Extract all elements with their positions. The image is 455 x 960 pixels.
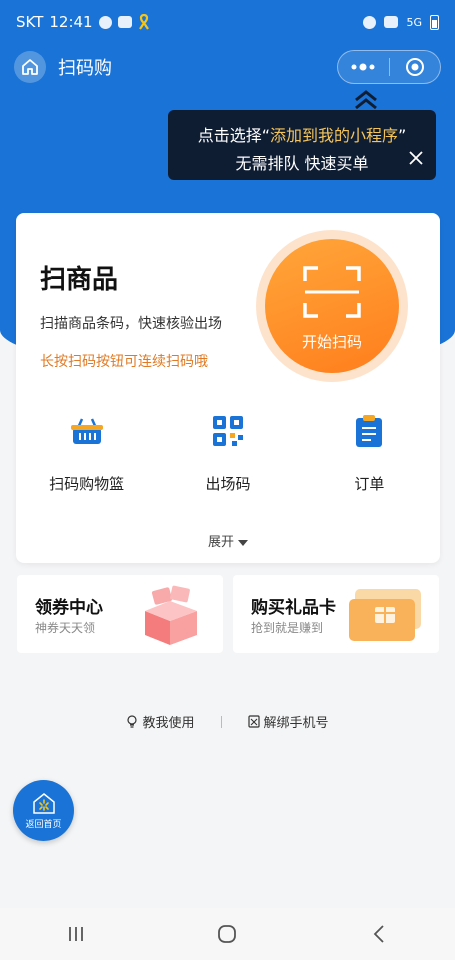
network-label: 5G bbox=[406, 15, 422, 29]
scan-button-ring: 开始扫码 bbox=[256, 230, 408, 382]
scan-card-tip: 长按扫码按钮可连续扫码哦 bbox=[40, 354, 208, 370]
close-mini-program-button[interactable] bbox=[390, 51, 441, 83]
promo-title: 领券中心 bbox=[35, 598, 103, 618]
coupon-center-card[interactable]: 领券中心 神券天天领 bbox=[17, 575, 223, 653]
status-bar: SKT 12:41 5G bbox=[0, 0, 455, 44]
how-to-use-link[interactable]: 教我使用 bbox=[126, 712, 195, 731]
tooltip-arrow-icon bbox=[355, 90, 377, 110]
function-item-basket[interactable]: 扫码购物篮 bbox=[16, 413, 157, 494]
tooltip-quote-close: ” bbox=[398, 126, 407, 145]
back-arrow-icon bbox=[373, 925, 384, 943]
system-nav-bar bbox=[0, 908, 455, 960]
gift-card-card[interactable]: 购买礼品卡 抢到就是赚到 bbox=[233, 575, 439, 653]
home-system-button[interactable] bbox=[207, 919, 247, 949]
image-notification-icon bbox=[117, 16, 132, 28]
carrier-label: SKT bbox=[16, 13, 44, 31]
time-label: 12:41 bbox=[49, 13, 93, 31]
function-label: 出场码 bbox=[205, 475, 251, 493]
start-scan-button[interactable]: 开始扫码 bbox=[265, 239, 399, 373]
back-to-home-label: 返回首页 bbox=[25, 820, 62, 830]
unbind-phone-link[interactable]: 解绑手机号 bbox=[247, 712, 329, 731]
promo-subtitle: 抢到就是赚到 bbox=[251, 621, 324, 635]
walmart-spark-home-icon bbox=[32, 793, 55, 814]
chat-notification-icon bbox=[98, 15, 112, 29]
tooltip-line-1: 点击选择“添加到我的小程序” bbox=[184, 122, 420, 146]
page-title: 扫码购 bbox=[58, 58, 112, 79]
alarm-icon bbox=[363, 15, 377, 29]
target-icon bbox=[405, 58, 424, 76]
mini-program-capsule bbox=[337, 50, 441, 84]
mute-icon bbox=[384, 16, 399, 28]
clipboard-icon bbox=[356, 415, 383, 447]
close-icon[interactable] bbox=[408, 150, 424, 166]
scan-card-title: 扫商品 bbox=[40, 265, 119, 295]
tooltip-highlight: 添加到我的小程序 bbox=[270, 126, 399, 145]
basket-icon bbox=[70, 418, 103, 444]
expand-button[interactable]: 展开 bbox=[16, 531, 440, 550]
function-row: 扫码购物篮 出场码 订单 bbox=[16, 413, 440, 494]
back-button[interactable] bbox=[359, 919, 399, 949]
home-icon bbox=[22, 59, 38, 75]
tooltip-quote-open: “ bbox=[261, 126, 270, 145]
scan-card-description: 扫描商品条码，快速核验出场 bbox=[40, 316, 222, 332]
recent-apps-icon bbox=[68, 927, 83, 941]
promo-title: 购买礼品卡 bbox=[251, 598, 336, 618]
start-scan-label: 开始扫码 bbox=[301, 333, 362, 351]
add-to-my-mini-programs-tooltip: 点击选择“添加到我的小程序” 无需排队 快速买单 bbox=[168, 110, 436, 180]
link-label: 解绑手机号 bbox=[263, 716, 329, 731]
function-label: 扫码购物篮 bbox=[49, 475, 125, 493]
qr-code-icon bbox=[212, 416, 243, 446]
more-icon bbox=[351, 63, 375, 71]
chevron-down-icon bbox=[238, 539, 248, 546]
home-button[interactable] bbox=[14, 51, 46, 83]
recent-apps-button[interactable] bbox=[56, 919, 96, 949]
link-label: 教我使用 bbox=[142, 716, 195, 731]
function-item-exit-code[interactable]: 出场码 bbox=[157, 413, 298, 494]
link-separator bbox=[220, 715, 222, 728]
gift-card-icon bbox=[349, 589, 421, 641]
more-button[interactable] bbox=[338, 51, 389, 83]
tooltip-line-2: 无需排队 快速买单 bbox=[235, 154, 369, 173]
phone-unbind-icon bbox=[247, 715, 260, 728]
nav-bar: 扫码购 bbox=[0, 44, 455, 90]
home-circle-icon bbox=[218, 925, 237, 943]
function-item-orders[interactable]: 订单 bbox=[299, 413, 440, 494]
function-label: 订单 bbox=[354, 475, 385, 493]
expand-label: 展开 bbox=[207, 535, 234, 550]
battery-icon bbox=[430, 14, 439, 30]
gift-box-icon bbox=[145, 585, 197, 645]
ribbon-icon bbox=[138, 14, 149, 30]
back-to-home-button[interactable]: 返回首页 bbox=[13, 780, 74, 841]
scan-frame-icon bbox=[303, 266, 361, 318]
scan-card: 扫商品 扫描商品条码，快速核验出场 长按扫码按钮可连续扫码哦 开始扫码 扫码购物… bbox=[16, 213, 440, 563]
promo-subtitle: 神券天天领 bbox=[35, 621, 96, 635]
lightbulb-icon bbox=[127, 715, 138, 728]
help-links: 教我使用 解绑手机号 bbox=[0, 712, 455, 731]
tooltip-prefix: 点击选择 bbox=[197, 126, 262, 145]
